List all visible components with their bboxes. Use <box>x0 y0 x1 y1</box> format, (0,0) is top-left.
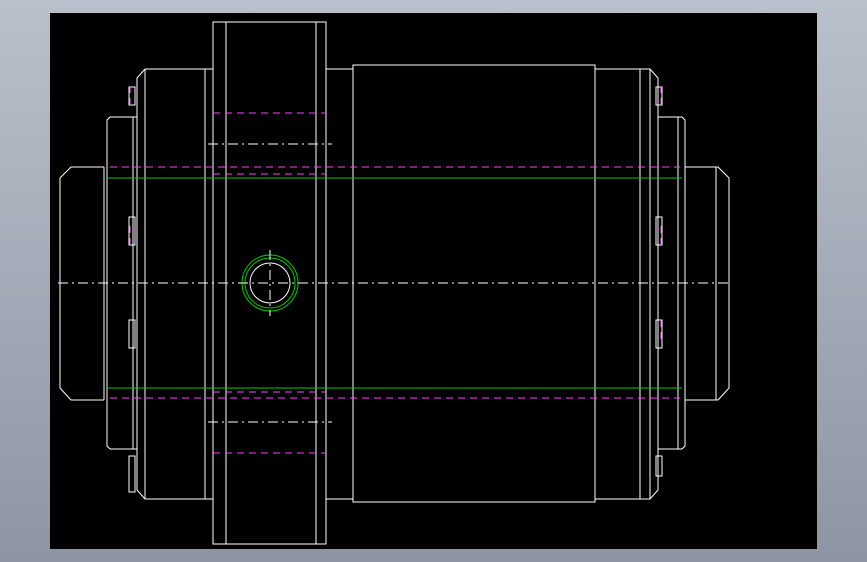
left-screw-bottom <box>128 455 136 493</box>
right-screw-bottom <box>655 455 663 477</box>
body-housing <box>136 68 213 500</box>
left-screw-mid2 <box>128 319 136 349</box>
drawing-viewport[interactable] <box>50 13 817 549</box>
cad-window <box>0 0 867 562</box>
flange-neck <box>326 68 353 500</box>
center-flange <box>212 21 327 545</box>
part-drawing <box>58 21 732 545</box>
right-housing <box>595 68 659 500</box>
